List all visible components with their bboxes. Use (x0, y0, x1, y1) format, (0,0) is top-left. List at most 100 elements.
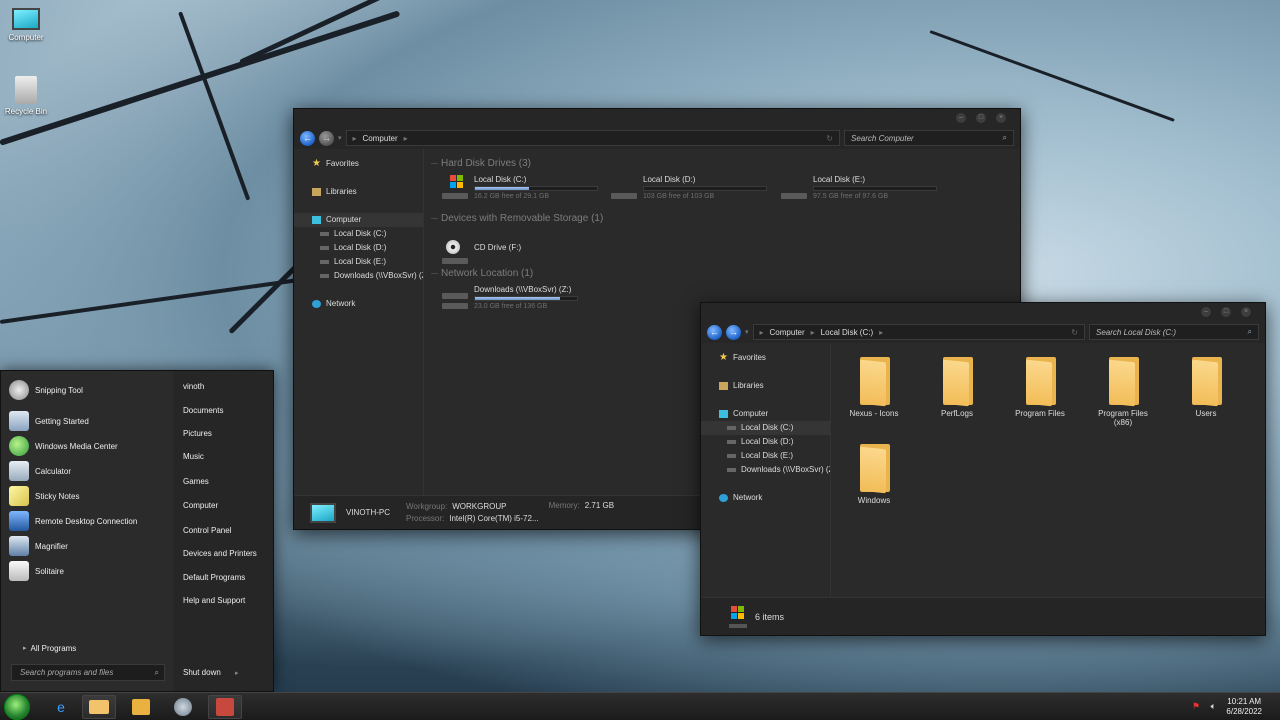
media-player-icon[interactable] (124, 695, 158, 719)
nav-favorites[interactable]: ★ Favorites (294, 157, 423, 171)
title-bar[interactable]: – □ × (701, 303, 1265, 321)
close-button[interactable]: × (996, 113, 1006, 123)
breadcrumb-computer[interactable]: Computer (770, 328, 805, 337)
place-default-programs[interactable]: Default Programs (183, 573, 245, 582)
recent-pages-icon[interactable]: ▾ (745, 328, 749, 336)
place-user[interactable]: vinoth (183, 382, 204, 391)
action-center-flag-icon[interactable]: ⚑ (1192, 701, 1200, 712)
address-chevron-icon: ▸ (403, 133, 408, 143)
place-devices-printers[interactable]: Devices and Printers (183, 549, 257, 558)
system-clock[interactable]: 10:21 AM 6/28/2022 (1226, 697, 1262, 717)
nav-libraries[interactable]: Libraries (701, 379, 830, 393)
address-bar[interactable]: ▸ Computer ▸ ↻ (345, 130, 840, 146)
nav-drive-z[interactable]: Downloads (\\VBoxSvr) (Z:) (701, 463, 830, 477)
forward-button[interactable]: → (319, 130, 334, 146)
nav-favorites[interactable]: ★ Favorites (701, 351, 830, 365)
hard-drive-icon (611, 175, 637, 199)
breadcrumb-computer[interactable]: Computer (363, 134, 398, 143)
folder-icon (856, 444, 892, 494)
group-header-removable[interactable]: — Devices with Removable Storage (1) (431, 213, 603, 224)
search-icon[interactable]: ⌕ (1003, 133, 1007, 143)
maximize-button[interactable]: □ (976, 113, 986, 123)
drive-tile[interactable]: Local Disk (D:) 103 GB free of 103 GB (611, 175, 767, 200)
folder-item[interactable]: PerfLogs (922, 357, 992, 418)
refresh-icon[interactable]: ↻ (826, 134, 833, 143)
program-solitaire[interactable]: Solitaire (9, 560, 64, 582)
search-icon[interactable]: ⌕ (1248, 327, 1252, 337)
start-button[interactable] (4, 694, 30, 720)
minimize-button[interactable]: – (1201, 307, 1211, 317)
nav-drive-c[interactable]: Local Disk (C:) (294, 227, 423, 241)
all-programs-button[interactable]: ▸ All Programs (23, 637, 76, 659)
breadcrumb-local-disk-c[interactable]: Local Disk (C:) (821, 328, 873, 337)
place-help-support[interactable]: Help and Support (183, 596, 245, 605)
nav-libraries[interactable]: Libraries (294, 185, 423, 199)
recent-pages-icon[interactable]: ▾ (338, 134, 342, 142)
nav-drive-z[interactable]: Downloads (\\VBoxSvr) (Z:) (294, 269, 423, 283)
place-games[interactable]: Games (183, 477, 209, 486)
refresh-icon[interactable]: ↻ (1071, 328, 1078, 337)
group-header-hdd[interactable]: — Hard Disk Drives (3) (431, 158, 531, 169)
nav-drive-e[interactable]: Local Disk (E:) (701, 449, 830, 463)
search-input[interactable]: Search Local Disk (C:) ⌕ (1089, 324, 1259, 340)
program-label: Calculator (35, 466, 72, 476)
drive-name: Local Disk (D:) (643, 175, 696, 184)
drive-tile-cd[interactable]: CD Drive (F:) (442, 240, 598, 264)
nav-label: Network (326, 299, 356, 308)
folder-item[interactable]: Program Files (1005, 357, 1075, 418)
nav-drive-d[interactable]: Local Disk (D:) (294, 241, 423, 255)
nav-network[interactable]: Network (701, 491, 830, 505)
minimize-button[interactable]: – (956, 113, 966, 123)
nav-computer[interactable]: Computer (701, 407, 830, 421)
nav-drive-c[interactable]: Local Disk (C:) (701, 421, 830, 435)
title-bar[interactable]: – □ × (294, 109, 1020, 127)
drive-tile[interactable]: Local Disk (E:) 97.5 GB free of 97.6 GB (781, 175, 937, 200)
shutdown-button[interactable]: Shut down ▸ (183, 668, 239, 677)
program-magnifier[interactable]: Magnifier (9, 535, 68, 557)
close-button[interactable]: × (1241, 307, 1251, 317)
folder-item[interactable]: Users (1171, 357, 1241, 418)
folder-icon (1022, 357, 1058, 407)
drive-tile-network[interactable]: Downloads (\\VBoxSvr) (Z:) 23.0 GB free … (442, 285, 578, 310)
nav-label: Local Disk (D:) (741, 437, 794, 446)
address-bar[interactable]: ▸ Computer ▸ Local Disk (C:) ▸ ↻ (752, 324, 1085, 340)
drive-tile[interactable]: Local Disk (C:) 16.2 GB free of 29.1 GB (442, 175, 598, 200)
program-windows-media-center[interactable]: Windows Media Center (9, 435, 118, 457)
place-control-panel[interactable]: Control Panel (183, 526, 231, 535)
nav-label: Local Disk (E:) (334, 257, 387, 266)
chevron-right-icon[interactable]: ▸ (235, 670, 239, 677)
nav-network[interactable]: Network (294, 297, 423, 311)
wmp-taskbar-icon[interactable] (166, 695, 200, 719)
program-remote-desktop[interactable]: Remote Desktop Connection (9, 510, 137, 532)
place-documents[interactable]: Documents (183, 406, 223, 415)
nav-computer[interactable]: Computer (294, 213, 423, 227)
drive-usage-fill (475, 187, 529, 190)
program-snipping-tool[interactable]: Snipping Tool (9, 379, 83, 401)
folder-label: Program Files (x86) (1098, 409, 1148, 427)
volume-icon[interactable]: 🔈︎ (1211, 701, 1216, 712)
start-search-input[interactable]: Search programs and files ⌕ (11, 664, 165, 681)
search-input[interactable]: Search Computer ⌕ (844, 130, 1014, 146)
desktop-icon-computer[interactable]: Computer (0, 8, 52, 42)
nav-drive-d[interactable]: Local Disk (D:) (701, 435, 830, 449)
folder-item[interactable]: Nexus - Icons (839, 357, 909, 418)
back-button[interactable]: ← (300, 130, 315, 146)
folder-item[interactable]: Windows (839, 444, 909, 505)
place-pictures[interactable]: Pictures (183, 429, 212, 438)
explorer-taskbar-button[interactable] (82, 695, 116, 719)
back-button[interactable]: ← (707, 324, 722, 340)
nav-drive-e[interactable]: Local Disk (E:) (294, 255, 423, 269)
place-music[interactable]: Music (183, 452, 204, 461)
program-sticky-notes[interactable]: Sticky Notes (9, 485, 79, 507)
desktop-icon-recycle-bin[interactable]: Recycle Bin (0, 76, 52, 116)
place-computer[interactable]: Computer (183, 501, 218, 510)
folder-item[interactable]: Program Files (x86) (1088, 357, 1158, 427)
maximize-button[interactable]: □ (1221, 307, 1231, 317)
forward-button[interactable]: → (726, 324, 741, 340)
calculator-icon (9, 461, 29, 481)
program-calculator[interactable]: Calculator (9, 460, 71, 482)
group-header-network[interactable]: — Network Location (1) (431, 268, 533, 279)
program-getting-started[interactable]: Getting Started (9, 410, 89, 432)
internet-explorer-icon[interactable]: e (44, 695, 78, 719)
snipping-tool-taskbar-button[interactable] (208, 695, 242, 719)
